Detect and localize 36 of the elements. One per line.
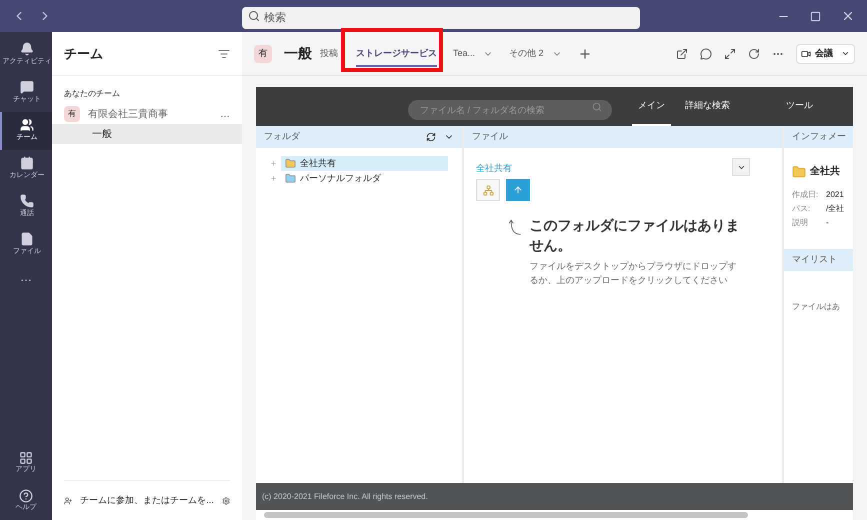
field-label: パス:: [792, 203, 812, 215]
channel-avatar: 有: [254, 44, 272, 62]
nav-tab[interactable]: ツール: [786, 87, 813, 126]
panel-header: インフォメー: [792, 130, 846, 144]
field-value: /全社: [826, 203, 844, 215]
more-apps[interactable]: …: [0, 268, 52, 286]
panel-header: ファイル: [472, 130, 508, 144]
nav-tab[interactable]: 詳細な検索: [685, 87, 730, 126]
panel-header: マイリスト: [792, 253, 837, 266]
field-value: -: [826, 217, 829, 229]
empty-text: ファイルをデスクトップからブラウザにドロップするか、上のアップロードをクリックしてください: [530, 260, 738, 287]
field-label: 説明: [792, 217, 809, 229]
panel-title: チーム: [64, 44, 104, 63]
mylist-text: ファイルはあ: [791, 301, 841, 313]
channel-tab[interactable]: Tea...: [453, 42, 476, 66]
channel-tab[interactable]: ストレージサービス: [356, 42, 437, 66]
file-search-field[interactable]: ファイル名 / フォルダ名の検索: [408, 100, 612, 120]
team-avatar: 有: [64, 106, 80, 122]
tree-item[interactable]: パーソナルフォルダ: [281, 171, 448, 186]
panel-header: フォルダ: [264, 130, 301, 144]
section-label: あなたのチーム: [63, 88, 121, 100]
channel-item[interactable]: 一般: [52, 124, 242, 144]
empty-title: このフォルダにファイルはありません。: [530, 216, 741, 255]
channel-name: 一般: [284, 44, 312, 63]
more-button[interactable]: …: [220, 106, 230, 122]
meeting-button[interactable]: 会議: [796, 44, 855, 64]
search-field[interactable]: 検索: [242, 7, 640, 29]
channel-tab[interactable]: 投稿: [320, 42, 338, 66]
team-name[interactable]: 有限会社三貴商事: [88, 106, 212, 122]
tree-item[interactable]: 全社共有: [281, 156, 448, 171]
field-value: 2021: [826, 189, 844, 201]
field-label: 作成日:: [792, 189, 818, 201]
more-tabs[interactable]: その他 2: [509, 46, 544, 60]
copyright-text: (c) 2020-2021 Fileforce Inc. All rights reserved.: [262, 490, 428, 502]
folder-name: 全社共: [810, 164, 840, 179]
join-team-link[interactable]: チームに参加、またはチームを...: [80, 494, 214, 508]
